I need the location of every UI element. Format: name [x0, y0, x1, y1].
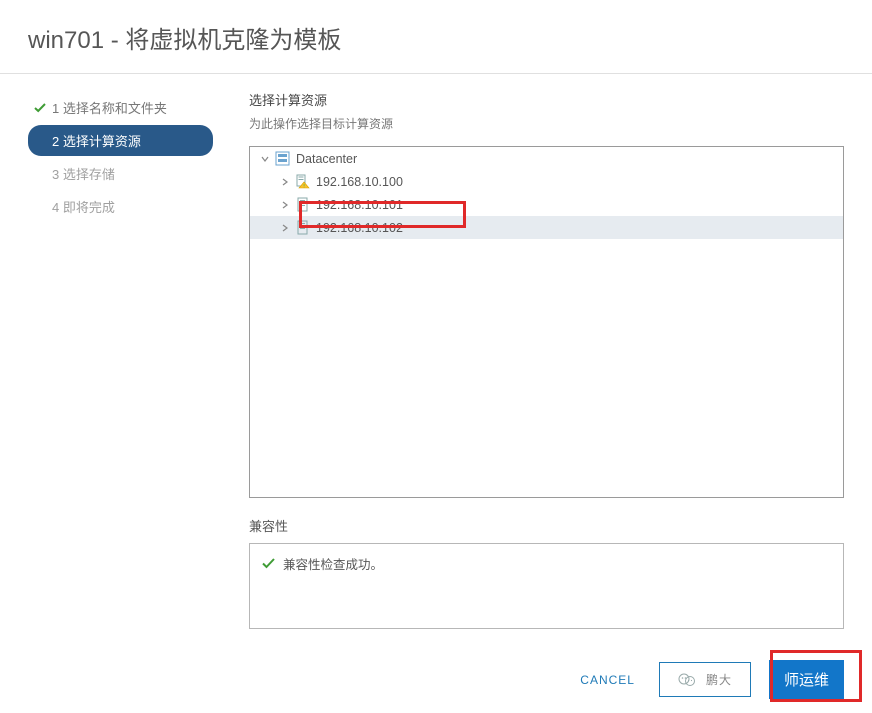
back-button[interactable]: 鹏大 — [659, 662, 751, 697]
wizard-sidebar: 1 选择名称和文件夹 2 选择计算资源 3 选择存储 4 即将完成 — [0, 86, 225, 629]
resource-tree[interactable]: Datacenter 192.168.10.100 — [249, 146, 844, 498]
chevron-right-icon[interactable] — [280, 177, 290, 187]
host-icon — [294, 197, 310, 213]
compatibility-box: 兼容性检查成功。 — [249, 543, 844, 629]
wizard-step-3: 3 选择存储 — [28, 158, 213, 189]
tree-node-label: 192.168.10.102 — [316, 221, 403, 235]
tree-node-label: 192.168.10.100 — [316, 175, 403, 189]
wechat-watermark-icon — [678, 673, 696, 687]
compat-message: 兼容性检查成功。 — [283, 554, 383, 573]
section-heading: 选择计算资源 — [249, 90, 844, 109]
next-button-label: 师运维 — [784, 669, 829, 690]
wizard-step-2[interactable]: 2 选择计算资源 — [28, 125, 213, 156]
wizard-step-label: 2 选择计算资源 — [52, 131, 141, 150]
check-icon — [34, 102, 48, 114]
dialog-title: win701 - 将虚拟机克隆为模板 — [0, 0, 872, 74]
host-warning-icon — [294, 174, 310, 190]
cancel-button[interactable]: CANCEL — [574, 665, 641, 695]
chevron-right-icon[interactable] — [280, 223, 290, 233]
chevron-right-icon[interactable] — [280, 200, 290, 210]
tree-node-host[interactable]: 192.168.10.102 — [250, 216, 843, 239]
wizard-step-1[interactable]: 1 选择名称和文件夹 — [28, 92, 213, 123]
datacenter-icon — [274, 151, 290, 167]
section-subheading: 为此操作选择目标计算资源 — [249, 115, 844, 132]
tree-node-host[interactable]: 192.168.10.101 — [250, 193, 843, 216]
compat-heading: 兼容性 — [249, 516, 844, 535]
chevron-down-icon[interactable] — [260, 154, 270, 164]
tree-node-host[interactable]: 192.168.10.100 — [250, 170, 843, 193]
watermark-text: 鹏大 — [706, 671, 732, 688]
wizard-step-label: 3 选择存储 — [52, 164, 115, 183]
host-icon — [294, 220, 310, 236]
tree-node-label: 192.168.10.101 — [316, 198, 403, 212]
main-area: 选择计算资源 为此操作选择目标计算资源 Datacenter — [225, 86, 872, 629]
tree-node-datacenter[interactable]: Datacenter — [250, 147, 843, 170]
check-icon — [262, 557, 275, 570]
wizard-step-4: 4 即将完成 — [28, 191, 213, 222]
dialog-footer: CANCEL 鹏大 师运维 — [574, 660, 844, 699]
next-button[interactable]: 师运维 — [769, 660, 844, 699]
compat-success-row: 兼容性检查成功。 — [262, 554, 831, 573]
wizard-step-label: 4 即将完成 — [52, 197, 115, 216]
wizard-step-label: 1 选择名称和文件夹 — [52, 98, 167, 117]
tree-node-label: Datacenter — [296, 152, 357, 166]
